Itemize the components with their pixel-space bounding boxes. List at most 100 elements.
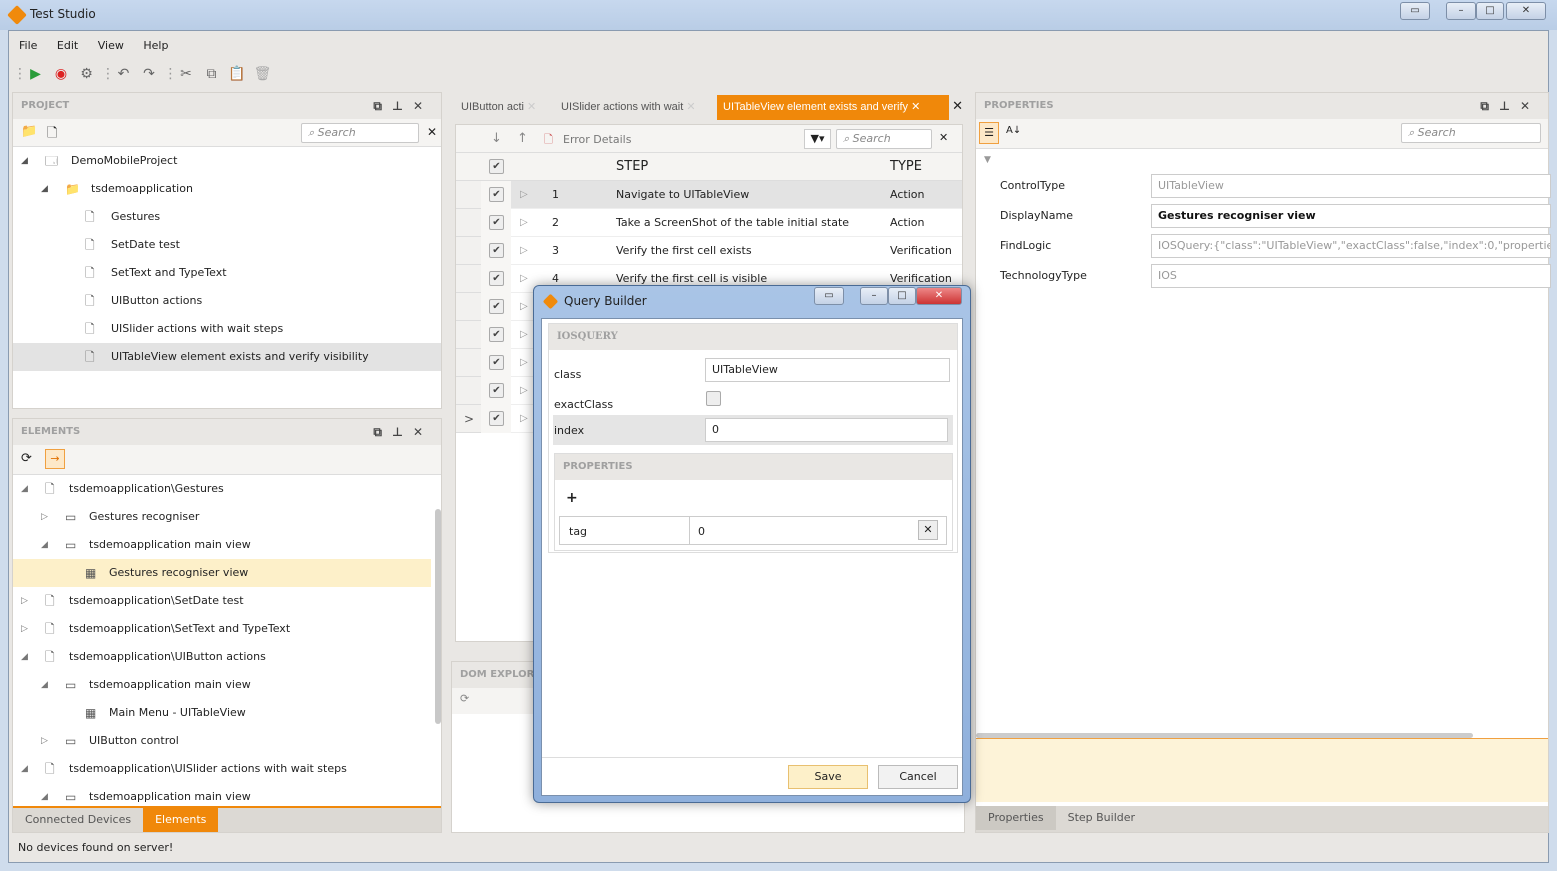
steps-search-input[interactable]: ⌕ Search [836,129,932,149]
collapsed-icon[interactable]: ▷ [21,587,28,615]
step-checkbox[interactable]: ✔ [489,299,504,314]
tab-properties[interactable]: Properties [976,806,1056,830]
expand-step-icon[interactable]: ▷ [520,377,528,405]
move-up-icon[interactable]: ↑ [517,131,528,146]
step-row[interactable]: ✔ ▷ 1 Navigate to UITableView Action [456,181,962,209]
filter-dropdown[interactable]: ▼▾ [804,129,831,149]
expand-step-icon[interactable]: ▷ [520,405,528,433]
expand-step-icon[interactable]: ▷ [520,209,528,237]
expanded-icon[interactable]: ◢ [41,783,48,805]
add-folder-icon[interactable]: 📁 [21,124,37,139]
property-value[interactable]: UITableView [1151,174,1551,198]
refresh-icon[interactable]: ⟳ [21,451,32,466]
project-tree-item[interactable]: 🗋 Gestures [13,203,441,231]
redo-icon[interactable]: ↷ [138,62,160,86]
step-checkbox[interactable]: ✔ [489,355,504,370]
index-input[interactable]: 0 [705,418,948,442]
element-tree-item[interactable]: ▦ Gestures recogniser view [13,559,431,587]
expand-step-icon[interactable]: ▷ [520,181,528,209]
expand-step-icon[interactable]: ▷ [520,293,528,321]
collapsed-icon[interactable]: ▷ [21,615,28,643]
record-icon[interactable]: ◉ [50,62,72,86]
menu-file[interactable]: File [19,39,37,52]
close-tab-icon[interactable]: ✕ [686,101,695,113]
element-tree-item[interactable]: ◢ 🗋 tsdemoapplication\UIButton actions [13,643,431,671]
paste-icon[interactable]: 📋 [226,62,248,86]
expanded-icon[interactable]: ◢ [21,475,28,503]
expand-toggle-icon[interactable]: ◢ [21,147,28,175]
tab-uibutton[interactable]: UIButton acti ✕ [455,95,553,120]
step-checkbox[interactable]: ✔ [489,243,504,258]
step-checkbox[interactable]: ✔ [489,327,504,342]
property-value[interactable]: IOSQuery:{"class":"UITableView","exactCl… [1151,234,1551,258]
element-tree-item[interactable]: ◢ 🗋 tsdemoapplication\UISlider actions wit… [13,755,431,783]
add-property-button[interactable]: + [566,490,578,506]
element-tree-item[interactable]: ▷ 🗋 tsdemoapplication\SetText and TypeText [13,615,431,643]
expand-step-icon[interactable]: ▷ [520,321,528,349]
element-tree-item[interactable]: ◢ 🗋 tsdemoapplication\Gestures [13,475,431,503]
horizontal-scrollbar[interactable] [976,733,1473,738]
close-all-tabs-icon[interactable]: ✕ [952,99,963,114]
project-tree-item[interactable]: 🗋 SetText and TypeText [13,259,441,287]
project-tree-item[interactable]: 🗋 UITableView element exists and verify v… [13,343,441,371]
menu-edit[interactable]: Edit [57,39,78,52]
project-tree-item[interactable]: 🗋 UIButton actions [13,287,441,315]
element-tree-item[interactable]: ◢ ▭ tsdemoapplication main view [13,671,431,699]
move-down-icon[interactable]: ↓ [491,131,502,146]
project-tree-item[interactable]: 🗋 SetDate test [13,231,441,259]
expand-step-icon[interactable]: ▷ [520,265,528,293]
step-row[interactable]: ✔ ▷ 2 Take a ScreenShot of the table initia… [456,209,962,237]
step-checkbox[interactable]: ✔ [489,411,504,426]
error-details-button[interactable]: Error Details [563,133,631,146]
expand-step-icon[interactable]: ▷ [520,237,528,265]
step-checkbox[interactable]: ✔ [489,271,504,286]
expanded-icon[interactable]: ◢ [21,755,28,783]
sort-alphabetical-icon[interactable]: A↓ [1006,125,1021,136]
add-file-icon[interactable]: 🗋 [47,124,57,146]
clear-search-icon[interactable]: ✕ [427,125,437,139]
element-tree-item[interactable]: ▷ ▭ Gestures recogniser [13,503,431,531]
copy-icon[interactable]: ⧉ [201,62,223,86]
step-row[interactable]: ✔ ▷ 3 Verify the first cell exists Verificat… [456,237,962,265]
settings-icon[interactable]: ⚙ [76,62,98,86]
delete-icon[interactable]: 🗑 [252,62,274,86]
element-tree-item[interactable]: ▷ 🗋 tsdemoapplication\SetDate test [13,587,431,615]
remove-property-button[interactable]: ✕ [918,520,938,540]
menu-help[interactable]: Help [143,39,168,52]
clear-search-icon[interactable]: ✕ [939,131,948,144]
restore-window-button[interactable]: ▭ [1400,2,1430,20]
maximize-button[interactable]: □ [1476,2,1504,20]
element-tree-item[interactable]: ◢ ▭ tsdemoapplication main view [13,783,431,805]
collapsed-icon[interactable]: ▷ [41,727,48,755]
step-checkbox[interactable]: ✔ [489,187,504,202]
restore-window-button[interactable]: ▭ [814,287,844,305]
close-dialog-button[interactable]: ✕ [916,287,962,305]
step-checkbox[interactable]: ✔ [489,215,504,230]
properties-search-input[interactable]: ⌕ Search [1401,123,1541,143]
element-tree-item[interactable]: ◢ ▭ tsdemoapplication main view [13,531,431,559]
tab-uitableview[interactable]: UITableView element exists and verify ✕ [717,95,949,120]
error-details-icon[interactable]: 🗋 [544,131,553,150]
close-tab-icon[interactable]: ✕ [527,101,536,113]
highlight-element-icon[interactable]: → [45,449,65,469]
collapse-group-icon[interactable]: ▼ [976,149,1548,171]
cut-icon[interactable]: ✂ [175,62,197,86]
project-search-input[interactable]: ⌕ Search [301,123,419,143]
panel-controls[interactable]: ⧉⊥✕ [373,419,433,445]
select-all-checkbox[interactable]: ✔ [489,159,504,174]
project-tree-item[interactable]: 🗋 UISlider actions with wait steps [13,315,441,343]
element-tree-item[interactable]: ▷ ▭ UIButton control [13,727,431,755]
tab-elements[interactable]: Elements [143,808,219,832]
tab-connected-devices[interactable]: Connected Devices [13,808,144,832]
property-value-input[interactable]: 0 [698,525,705,538]
property-value[interactable]: IOS [1151,264,1551,288]
maximize-button[interactable]: □ [888,287,916,305]
minimize-button[interactable]: – [1446,2,1476,20]
close-tab-icon[interactable]: ✕ [911,101,920,113]
save-button[interactable]: Save [788,765,868,789]
expand-toggle-icon[interactable]: ◢ [41,175,48,203]
expanded-icon[interactable]: ◢ [41,531,48,559]
panel-controls[interactable]: ⧉⊥✕ [373,93,433,119]
undo-icon[interactable]: ↶ [113,62,135,86]
step-checkbox[interactable]: ✔ [489,383,504,398]
